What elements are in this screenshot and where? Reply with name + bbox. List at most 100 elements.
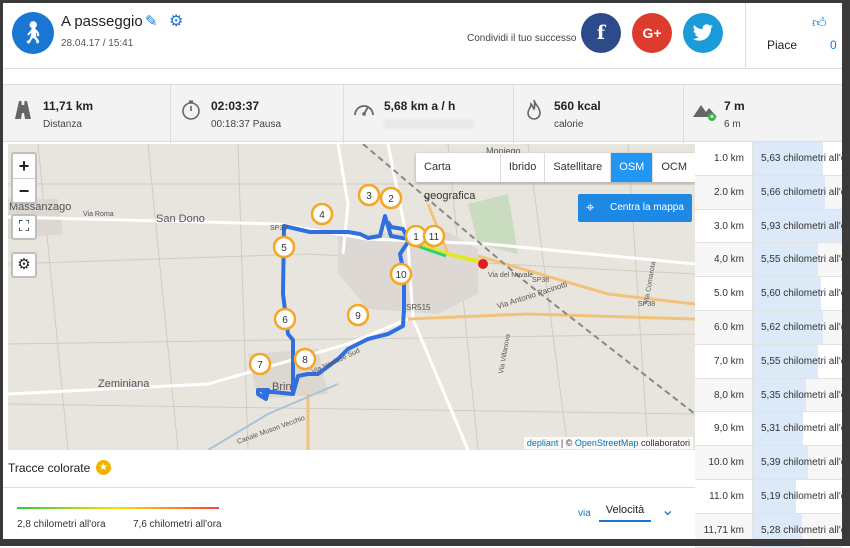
split-row: 1.0 km 5,63 chilometri all'ora <box>695 142 850 176</box>
split-row: 7,0 km 5,55 chilometri all'ora <box>695 344 850 379</box>
split-km: 6.0 km <box>695 310 753 344</box>
calories-value: 560 kcal <box>554 99 601 113</box>
center-map-label: Centra la mappa <box>610 202 684 213</box>
split-speed: 5,62 chilometri all'ora <box>761 321 850 333</box>
osm-link[interactable]: OpenStreetMap <box>575 438 639 448</box>
settings-gear-icon[interactable]: ⚙ <box>169 11 183 31</box>
zoom-out-button[interactable]: − <box>13 178 35 202</box>
split-km: 3.0 km <box>695 209 753 243</box>
layer-osm-button[interactable]: OSM <box>611 153 654 182</box>
center-map-button[interactable]: ⌖ Centra la mappa <box>578 194 692 222</box>
divider <box>3 487 695 488</box>
activity-header: 🚶︎ A passeggio ✎ ⚙ 28.04.17 / 15:41 Cond… <box>3 3 842 69</box>
duration-value: 02:03:37 <box>211 99 260 113</box>
metric-select[interactable]: Velocità <box>599 504 651 522</box>
map-layer-switcher: Carta geografica Ibrido Satellitare OSM … <box>416 153 695 202</box>
map-settings-gear-icon[interactable]: ⚙ <box>11 252 37 278</box>
facebook-share-button[interactable]: f <box>581 13 621 53</box>
split-speed: 5,66 chilometri all'ora <box>761 186 850 198</box>
road-icon <box>11 99 35 123</box>
leaflet-link[interactable]: depliant <box>527 438 559 448</box>
zoom-in-button[interactable]: + <box>13 154 35 178</box>
layer-hybrid-button[interactable]: Ibrido <box>501 153 546 182</box>
fullscreen-icon[interactable]: ⛶ <box>11 214 37 240</box>
split-km: 9,0 km <box>695 412 753 446</box>
activity-title: A passeggio <box>61 13 143 30</box>
route-marker-3[interactable]: 3 <box>357 183 381 207</box>
thumbs-up-icon[interactable]: 👍︎ <box>812 14 827 31</box>
route-marker-2[interactable]: 2 <box>379 186 403 210</box>
split-row: 11.0 km 5,19 chilometri all'ora <box>695 479 850 514</box>
gradient-max-label: 7,6 chilometri all'ora <box>133 519 222 530</box>
split-row: 10.0 km 5,39 chilometri all'ora <box>695 446 850 480</box>
split-row: 4,0 km 5,55 chilometri all'ora <box>695 243 850 278</box>
route-marker-5[interactable]: 5 <box>272 235 296 259</box>
svg-text:10: 10 <box>395 270 407 281</box>
split-speed: 5,31 chilometri all'ora <box>761 423 850 435</box>
svg-text:4: 4 <box>319 210 325 221</box>
edit-pencil-icon[interactable]: ✎ <box>145 12 158 30</box>
google-plus-share-button[interactable]: G+ <box>632 13 672 53</box>
svg-text:5: 5 <box>281 243 287 254</box>
stats-bar: 11,71 km Distanza 02:03:37 00:18:37 Paus… <box>3 84 842 143</box>
like-count: 0 <box>830 38 837 52</box>
svg-text:8: 8 <box>302 355 308 366</box>
svg-text:2: 2 <box>388 194 394 205</box>
split-speed: 5,93 chilometri all'ora <box>761 220 850 232</box>
place-label: San Dono <box>156 213 205 225</box>
split-row: 5.0 km 5,60 chilometri all'ora <box>695 277 850 311</box>
elevation-icon <box>692 99 717 123</box>
split-speed: 5,35 chilometri all'ora <box>761 389 850 401</box>
star-icon: ★ <box>96 460 111 475</box>
map-attribution: depliant | © OpenStreetMap collaboratori <box>523 437 693 449</box>
gradient-min-label: 2,8 chilometri all'ora <box>17 519 106 530</box>
blurred-label <box>384 119 474 129</box>
like-box[interactable]: 👍︎ Piace 0 <box>745 3 842 69</box>
stat-calories: 560 kcal calorie <box>514 85 684 143</box>
route-marker-9[interactable]: 9 <box>346 303 370 327</box>
route-marker-10[interactable]: 10 <box>389 262 413 286</box>
split-row: 8,0 km 5,35 chilometri all'ora <box>695 378 850 413</box>
via-label: via <box>578 508 591 519</box>
place-label: Brin <box>272 381 292 393</box>
colored-tracks-title: Tracce colorate <box>8 461 91 475</box>
split-speed: 5,19 chilometri all'ora <box>761 490 850 502</box>
layer-map-button[interactable]: Carta geografica <box>416 153 501 202</box>
route-map[interactable]: Massanzago Via Roma San Dono SP38 Zemini… <box>8 144 695 450</box>
route-marker-11[interactable]: 11 <box>422 224 446 248</box>
svg-text:9: 9 <box>355 311 361 322</box>
speed-label <box>384 119 474 132</box>
split-km: 7,0 km <box>695 344 753 378</box>
split-speed: 5,39 chilometri all'ora <box>761 457 850 469</box>
place-label: Zeminiana <box>98 378 150 390</box>
map-canvas[interactable]: Massanzago Via Roma San Dono SP38 Zemini… <box>8 144 695 450</box>
share-text: Condividi il tuo successo <box>467 33 577 44</box>
stat-speed: 5,68 km a / h <box>344 85 514 143</box>
split-km: 1.0 km <box>695 142 753 175</box>
stat-elevation: 7 m 6 m <box>684 85 842 143</box>
split-speed: 5,55 chilometri all'ora <box>761 355 850 367</box>
layer-satellite-button[interactable]: Satellitare <box>545 153 612 182</box>
twitter-share-button[interactable] <box>683 13 723 53</box>
split-km: 11.0 km <box>695 479 753 513</box>
road-label: SP38 <box>638 301 655 308</box>
route-marker-8[interactable]: 8 <box>293 347 317 371</box>
stat-distance: 11,71 km Distanza <box>3 85 171 143</box>
svg-text:3: 3 <box>366 191 372 202</box>
split-km: 4,0 km <box>695 243 753 277</box>
svg-text:11: 11 <box>429 232 440 243</box>
elevation-label: 6 m <box>724 119 741 130</box>
road-label: SP38 <box>270 225 287 232</box>
split-km: 11,71 km <box>695 513 753 547</box>
split-km: 2.0 km <box>695 175 753 209</box>
speedometer-icon <box>352 99 376 123</box>
route-marker-4[interactable]: 4 <box>310 202 334 226</box>
chevron-down-icon[interactable]: ⌄ <box>661 500 674 520</box>
split-row: 6.0 km 5,62 chilometri all'ora <box>695 310 850 345</box>
split-row: 2.0 km 5,66 chilometri all'ora <box>695 175 850 210</box>
split-speed: 5,55 chilometri all'ora <box>761 254 850 266</box>
route-marker-7[interactable]: 7 <box>248 352 272 376</box>
split-km: 8,0 km <box>695 378 753 412</box>
route-marker-6[interactable]: 6 <box>273 307 297 331</box>
layer-ocm-button[interactable]: OCM <box>653 153 695 182</box>
